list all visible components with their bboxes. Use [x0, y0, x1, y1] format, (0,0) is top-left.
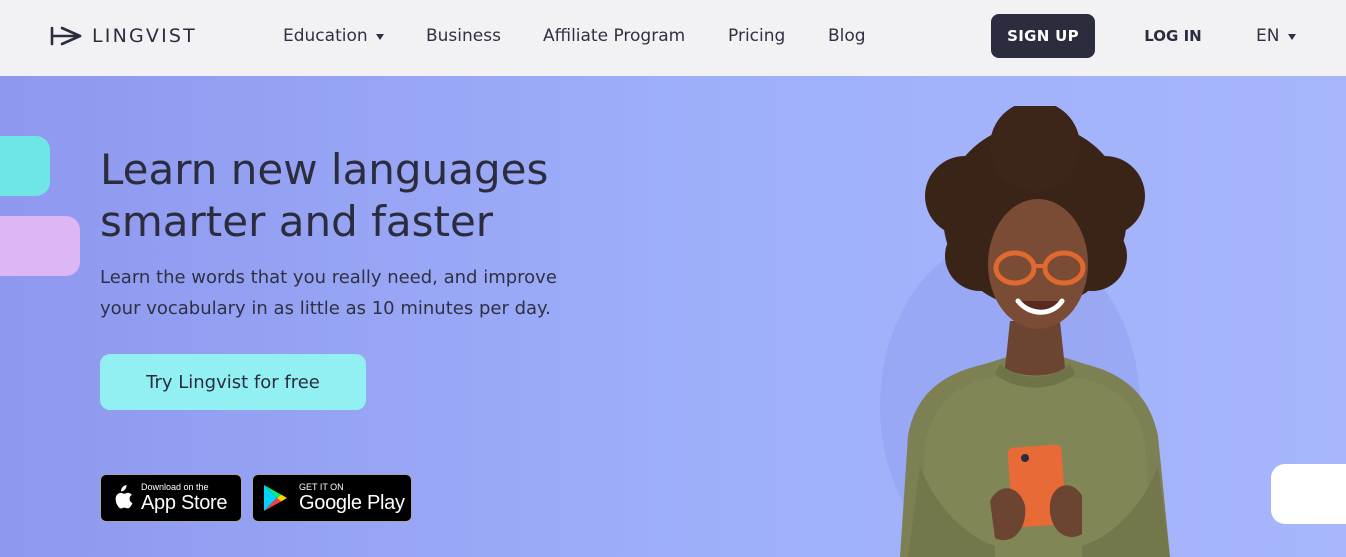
logo-mark-icon — [50, 26, 82, 46]
headline-line-1: Learn new languages — [100, 145, 549, 194]
chevron-down-icon — [1288, 34, 1297, 40]
nav-blog[interactable]: Blog — [828, 26, 866, 46]
google-play-badge[interactable]: GET IT ON Google Play — [252, 474, 412, 522]
hero-person-image — [880, 106, 1170, 557]
try-lingvist-button[interactable]: Try Lingvist for free — [100, 354, 366, 410]
decorative-shape-pink — [0, 216, 80, 276]
google-play-icon — [264, 485, 287, 511]
nav-pricing-label: Pricing — [728, 26, 786, 46]
app-store-big-text: App Store — [141, 492, 228, 514]
nav-pricing[interactable]: Pricing — [728, 26, 785, 46]
hero-headline: Learn new languages smarter and faster — [100, 144, 660, 248]
google-play-big-text: Google Play — [299, 492, 405, 514]
app-store-small-text: Download on the — [141, 482, 209, 492]
decorative-shape-cyan — [0, 136, 50, 196]
google-play-small-text: GET IT ON — [299, 482, 344, 492]
chevron-down-icon — [375, 34, 384, 40]
decorative-shape-white — [1271, 464, 1346, 524]
language-label: EN — [1256, 26, 1280, 46]
sign-up-button[interactable]: SIGN UP — [991, 14, 1095, 58]
subline-line-1: Learn the words that you really need, an… — [100, 267, 557, 288]
log-in-button[interactable]: LOG IN — [1128, 14, 1218, 58]
lingvist-logo[interactable]: LINGVIST — [50, 24, 197, 48]
site-header: LINGVIST Education Business Affiliate Pr… — [0, 0, 1346, 76]
app-store-text: Download on the App Store — [141, 482, 228, 514]
subline-line-2: your vocabulary in as little as 10 minut… — [100, 298, 551, 319]
google-play-text: GET IT ON Google Play — [299, 482, 405, 514]
nav-affiliate-label: Affiliate Program — [543, 26, 686, 46]
nav-business-label: Business — [426, 26, 501, 46]
apple-icon — [115, 485, 133, 509]
hero-subheadline: Learn the words that you really need, an… — [100, 262, 620, 324]
nav-education[interactable]: Education — [283, 26, 384, 46]
language-selector[interactable]: EN — [1256, 26, 1297, 46]
app-store-badge[interactable]: Download on the App Store — [100, 474, 242, 522]
nav-blog-label: Blog — [828, 26, 866, 46]
nav-affiliate-program[interactable]: Affiliate Program — [543, 26, 685, 46]
nav-business[interactable]: Business — [426, 26, 501, 46]
hero-section: Learn new languages smarter and faster L… — [0, 76, 1346, 557]
headline-line-2: smarter and faster — [100, 197, 494, 246]
nav-education-label: Education — [283, 26, 368, 46]
logo-text: LINGVIST — [92, 25, 197, 47]
